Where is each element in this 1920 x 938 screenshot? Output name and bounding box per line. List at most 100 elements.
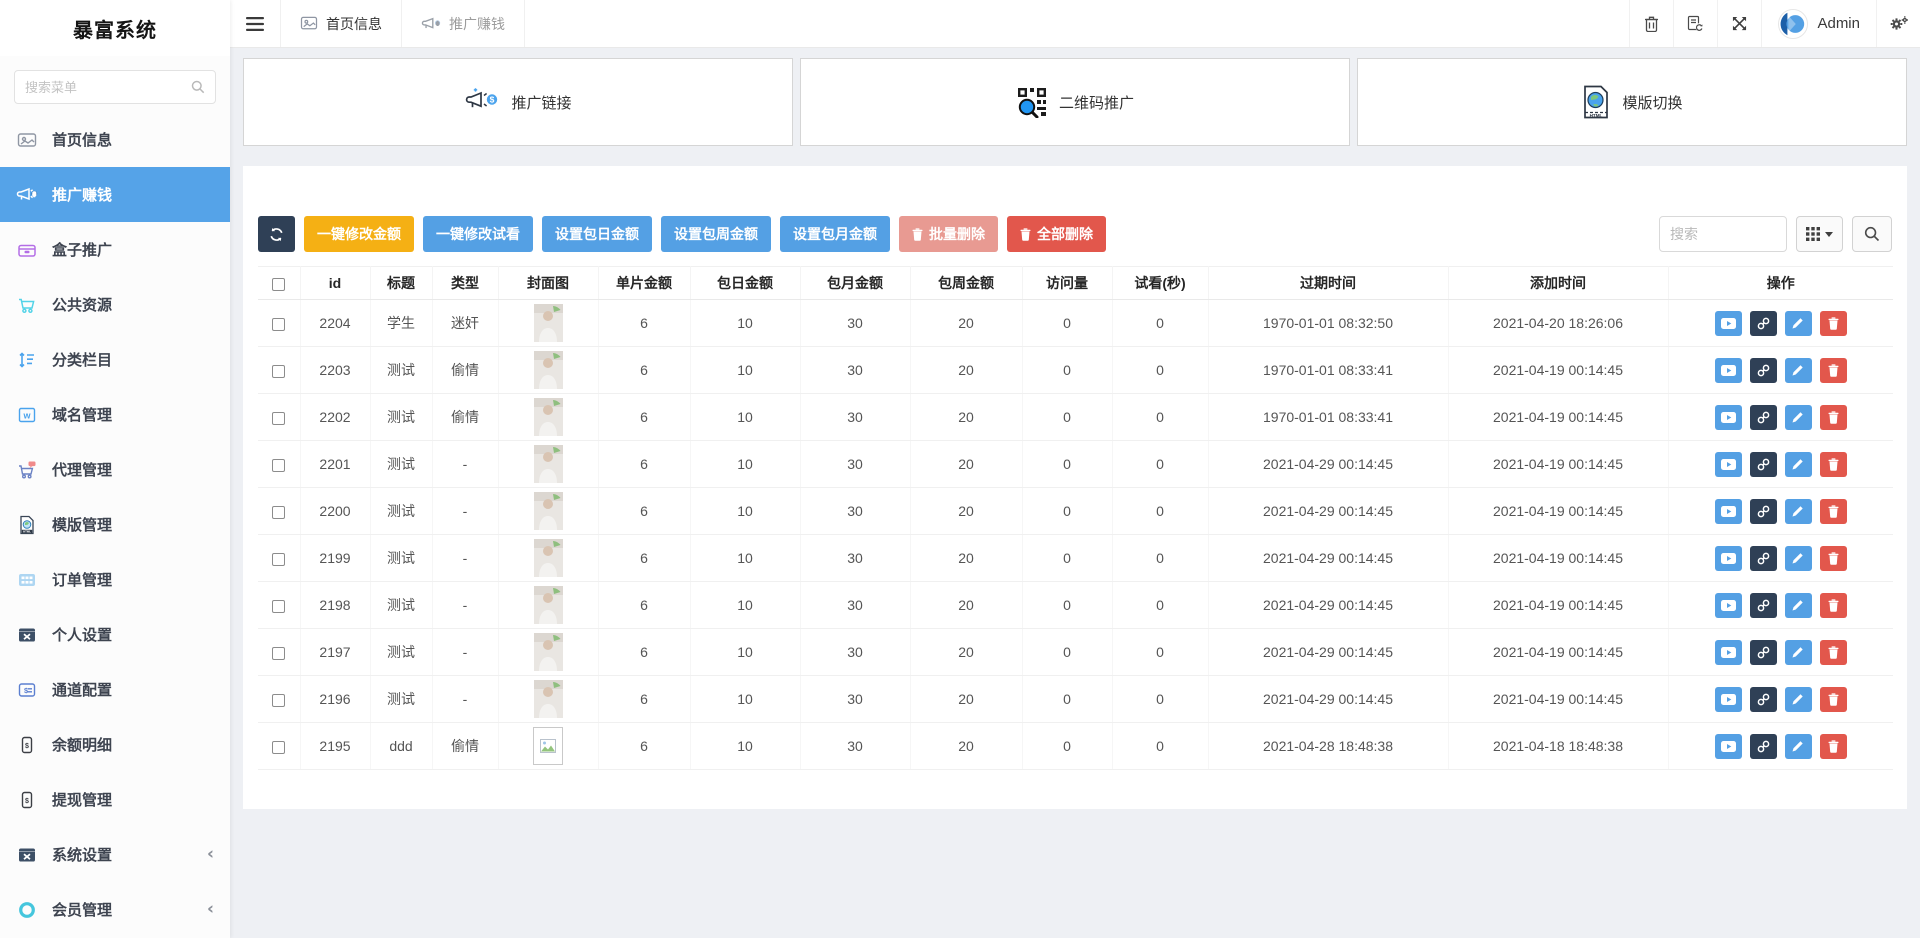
edit-button[interactable] — [1785, 734, 1812, 759]
edit-button[interactable] — [1785, 405, 1812, 430]
menu-toggle-button[interactable] — [230, 0, 280, 47]
video-preview-button[interactable] — [1715, 358, 1742, 383]
row-checkbox[interactable] — [272, 412, 285, 425]
sidebar-item-personal-settings[interactable]: 个人设置 — [0, 607, 230, 662]
cover-thumbnail[interactable] — [534, 633, 563, 671]
qrcode-promo-card[interactable]: 二维码推广 — [800, 58, 1350, 146]
sidebar-item-domains[interactable]: w 域名管理 — [0, 387, 230, 442]
video-preview-button[interactable] — [1715, 640, 1742, 665]
row-checkbox[interactable] — [272, 600, 285, 613]
copy-link-button[interactable] — [1750, 311, 1777, 336]
set-week-price-button[interactable]: 设置包周金额 — [661, 216, 771, 252]
cover-thumbnail[interactable] — [534, 351, 563, 389]
sidebar-item-public-resources[interactable]: 公共资源 — [0, 277, 230, 332]
set-day-price-button[interactable]: 设置包日金额 — [542, 216, 652, 252]
set-month-price-button[interactable]: 设置包月金额 — [780, 216, 890, 252]
user-menu[interactable]: Admin — [1761, 0, 1876, 47]
copy-link-button[interactable] — [1750, 452, 1777, 477]
edit-button[interactable] — [1785, 452, 1812, 477]
video-preview-button[interactable] — [1715, 405, 1742, 430]
edit-button[interactable] — [1785, 358, 1812, 383]
tab-home-info[interactable]: 首页信息 — [280, 0, 402, 47]
video-preview-button[interactable] — [1715, 734, 1742, 759]
cover-thumbnail[interactable] — [534, 304, 563, 342]
cover-thumbnail[interactable] — [534, 586, 563, 624]
video-preview-button[interactable] — [1715, 687, 1742, 712]
row-checkbox[interactable] — [272, 694, 285, 707]
copy-link-button[interactable] — [1750, 546, 1777, 571]
row-checkbox[interactable] — [272, 365, 285, 378]
copy-link-button[interactable] — [1750, 734, 1777, 759]
sidebar-item-categories[interactable]: 分类栏目 — [0, 332, 230, 387]
copy-link-button[interactable] — [1750, 405, 1777, 430]
delete-button[interactable] — [1820, 405, 1847, 430]
sidebar-item-templates[interactable]: HTML 模版管理 — [0, 497, 230, 552]
sidebar-item-withdrawals[interactable]: $ 提现管理 — [0, 772, 230, 827]
tab-promo-earn[interactable]: $ 推广赚钱 — [402, 0, 525, 47]
sidebar-item-promo-earn[interactable]: $ 推广赚钱 — [0, 167, 230, 222]
delete-button[interactable] — [1820, 640, 1847, 665]
copy-link-button[interactable] — [1750, 499, 1777, 524]
edit-button[interactable] — [1785, 640, 1812, 665]
sidebar-item-channel-config[interactable]: $ 通道配置 — [0, 662, 230, 717]
delete-button[interactable] — [1820, 499, 1847, 524]
edit-button[interactable] — [1785, 593, 1812, 618]
select-all-checkbox[interactable] — [272, 278, 285, 291]
cover-thumbnail[interactable] — [534, 398, 563, 436]
edit-button[interactable] — [1785, 546, 1812, 571]
fullscreen-button[interactable] — [1717, 0, 1761, 47]
sidebar-item-orders[interactable]: 订单管理 — [0, 552, 230, 607]
row-checkbox[interactable] — [272, 553, 285, 566]
delete-button[interactable] — [1820, 311, 1847, 336]
row-checkbox[interactable] — [272, 459, 285, 472]
cover-thumbnail[interactable] — [534, 492, 563, 530]
edit-button[interactable] — [1785, 499, 1812, 524]
row-checkbox[interactable] — [272, 741, 285, 754]
sidebar-item-agents[interactable]: 代理管理 — [0, 442, 230, 497]
refresh-button[interactable] — [258, 216, 295, 252]
search-button[interactable] — [1852, 216, 1892, 252]
copy-link-button[interactable] — [1750, 687, 1777, 712]
modify-preview-button[interactable]: 一键修改试看 — [423, 216, 533, 252]
table-search-input[interactable] — [1659, 216, 1787, 252]
clear-cache-button[interactable] — [1629, 0, 1673, 47]
sidebar-search-input[interactable] — [25, 80, 185, 95]
column-toggle-button[interactable] — [1796, 216, 1843, 252]
copy-link-button[interactable] — [1750, 358, 1777, 383]
refresh-page-button[interactable] — [1673, 0, 1717, 47]
cell-month-price: 30 — [800, 488, 910, 535]
delete-button[interactable] — [1820, 546, 1847, 571]
modify-price-button[interactable]: 一键修改金额 — [304, 216, 414, 252]
promo-link-card[interactable]: $ 推广链接 — [243, 58, 793, 146]
sidebar-item-box-promo[interactable]: 盒子推广 — [0, 222, 230, 277]
template-switch-card[interactable]: HTML 模版切换 — [1357, 58, 1907, 146]
video-preview-button[interactable] — [1715, 499, 1742, 524]
delete-button[interactable] — [1820, 452, 1847, 477]
video-preview-button[interactable] — [1715, 546, 1742, 571]
delete-button[interactable] — [1820, 358, 1847, 383]
delete-all-button[interactable]: 全部删除 — [1007, 216, 1106, 252]
edit-button[interactable] — [1785, 311, 1812, 336]
cover-thumbnail[interactable] — [534, 445, 563, 483]
cover-thumbnail[interactable] — [534, 539, 563, 577]
delete-button[interactable] — [1820, 687, 1847, 712]
copy-link-button[interactable] — [1750, 593, 1777, 618]
settings-button[interactable] — [1876, 0, 1920, 47]
cover-thumbnail[interactable] — [534, 680, 563, 718]
sidebar-item-home-info[interactable]: 首页信息 — [0, 112, 230, 167]
sidebar-item-members[interactable]: 会员管理 ‹ — [0, 882, 230, 937]
row-checkbox[interactable] — [272, 647, 285, 660]
sidebar-item-balance-details[interactable]: $ 余额明细 — [0, 717, 230, 772]
delete-button[interactable] — [1820, 593, 1847, 618]
row-checkbox[interactable] — [272, 506, 285, 519]
edit-button[interactable] — [1785, 687, 1812, 712]
video-preview-button[interactable] — [1715, 311, 1742, 336]
copy-link-button[interactable] — [1750, 640, 1777, 665]
delete-button[interactable] — [1820, 734, 1847, 759]
video-preview-button[interactable] — [1715, 593, 1742, 618]
cell-cover — [498, 723, 598, 770]
video-preview-button[interactable] — [1715, 452, 1742, 477]
row-checkbox[interactable] — [272, 318, 285, 331]
sidebar-item-system-settings[interactable]: 系统设置 ‹ — [0, 827, 230, 882]
batch-delete-button[interactable]: 批量删除 — [899, 216, 998, 252]
